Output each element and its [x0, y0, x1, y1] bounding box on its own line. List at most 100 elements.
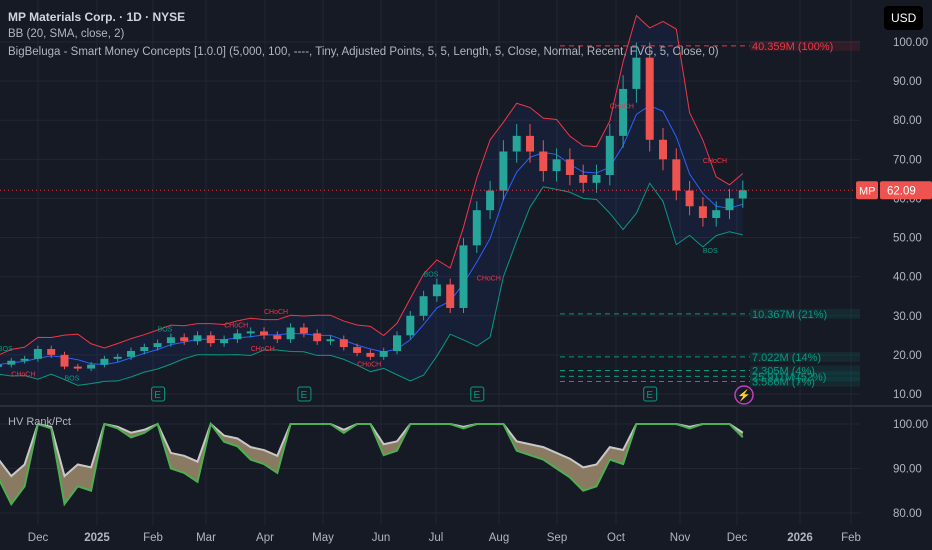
candle-body — [299, 327, 308, 334]
hv-panel-title: HV Rank/Pct — [8, 416, 71, 428]
candle-body — [725, 198, 734, 211]
hv-tick-label: 100.00 — [893, 419, 928, 431]
price-tick-label: 70.00 — [893, 154, 922, 166]
structure-label: BOS — [0, 346, 13, 353]
time-tick-label: Aug — [489, 532, 509, 544]
candle-body — [339, 339, 348, 348]
liquidity-label: 3.586M (7%) — [752, 376, 815, 388]
candle-body — [645, 57, 654, 140]
candle-body — [273, 335, 282, 340]
candle-body — [698, 206, 707, 218]
time-tick-label: Nov — [670, 532, 691, 544]
candle-body — [632, 57, 641, 89]
candle-body — [712, 210, 721, 218]
candle-body — [153, 343, 162, 348]
candle-body — [246, 331, 255, 334]
price-tick-label: 40.00 — [893, 272, 922, 284]
candle-body — [113, 356, 122, 359]
candle-body — [432, 284, 441, 297]
candle-body — [73, 366, 82, 369]
candle-body — [526, 135, 534, 152]
candle-body — [220, 339, 229, 344]
hv-pct-line — [0, 421, 744, 507]
time-tick-label: Jul — [429, 532, 444, 544]
svg-text:E: E — [646, 390, 653, 401]
candle-body — [20, 358, 29, 361]
candle-body — [393, 335, 401, 351]
candle-body — [353, 347, 362, 353]
liquidity-label: 40.359M (100%) — [752, 41, 833, 53]
hv-tick-label: 90.00 — [893, 464, 922, 476]
structure-label: CHoCH — [251, 346, 275, 353]
currency-button[interactable]: USD — [884, 6, 924, 30]
candle-body — [313, 333, 322, 342]
candle-body — [539, 151, 548, 172]
time-tick-label: Dec — [28, 532, 49, 544]
structure-label: CHoCH — [703, 158, 727, 165]
structure-label: BOS — [703, 248, 718, 255]
bb-indicator-legend[interactable]: BB (20, SMA, close, 2) — [8, 28, 124, 40]
candle-body — [60, 354, 69, 367]
candle-body — [326, 339, 335, 342]
candle-body — [472, 210, 481, 246]
hv-tick-label: 80.00 — [893, 508, 922, 520]
candle-body — [605, 135, 614, 175]
candle-body — [579, 174, 588, 183]
candle-body — [366, 352, 375, 357]
time-tick-label: 2026 — [787, 532, 813, 544]
symbol-title[interactable]: MP Materials Corp. · 1D · NYSE — [8, 10, 185, 24]
smc-indicator-legend[interactable]: BigBeluga - Smart Money Concepts [1.0.0]… — [8, 46, 719, 58]
time-tick-label: Apr — [256, 532, 274, 544]
price-tick-label: 10.00 — [893, 389, 922, 401]
time-tick-label: May — [312, 532, 334, 544]
candle-body — [193, 335, 202, 342]
time-tick-label: Oct — [607, 532, 626, 544]
candle-body — [446, 284, 455, 308]
candle-body — [286, 327, 295, 340]
candle-body — [552, 159, 561, 172]
candle-body — [659, 139, 667, 160]
lightning-glyph: ⚡ — [737, 389, 751, 402]
time-tick-label: Mar — [196, 532, 216, 544]
price-tick-label: 20.00 — [893, 350, 922, 362]
candle-body — [419, 296, 428, 316]
candle-body — [87, 364, 96, 369]
structure-label: CHoCH — [477, 276, 501, 283]
price-tick-label: 30.00 — [893, 311, 922, 323]
candle-body — [685, 190, 694, 207]
liquidity-label: 7.022M (14%) — [752, 352, 821, 364]
structure-label: BOS — [424, 272, 439, 279]
liquidity-label: 10.367M (21%) — [752, 309, 827, 321]
candle-body — [0, 364, 2, 367]
candle-body — [499, 151, 508, 191]
price-tick-label: 80.00 — [893, 115, 922, 127]
candle-body — [7, 360, 16, 365]
bb-fill — [0, 15, 743, 386]
symbol-badge-text: MP — [859, 185, 876, 197]
structure-label: CHoCH — [224, 323, 248, 330]
svg-text:E: E — [154, 390, 161, 401]
time-tick-label: Dec — [727, 532, 748, 544]
candle-body — [459, 245, 468, 308]
time-tick-label: Feb — [143, 532, 163, 544]
candle-body — [619, 88, 628, 136]
svg-text:E: E — [301, 390, 308, 401]
structure-label: CHoCH — [357, 362, 381, 369]
candle-body — [379, 350, 388, 357]
candle-body — [166, 337, 175, 344]
price-tick-label: 90.00 — [893, 76, 922, 88]
candle-body — [592, 174, 601, 183]
candle-body — [33, 349, 42, 359]
structure-label: BOS — [65, 375, 80, 382]
candle-body — [206, 335, 215, 344]
structure-label: BOS — [158, 326, 173, 333]
time-tick-label: Feb — [841, 532, 861, 544]
candle-body — [140, 347, 149, 351]
price-tick-label: 100.00 — [893, 37, 928, 49]
candle-body — [127, 350, 135, 357]
candle-body — [738, 190, 747, 199]
chart-canvas[interactable]: 100.0090.0080.0070.0060.0050.0040.0030.0… — [0, 0, 932, 550]
structure-label: CHoCH — [11, 371, 35, 378]
candle-body — [180, 337, 189, 342]
time-tick-label: 2025 — [84, 532, 110, 544]
